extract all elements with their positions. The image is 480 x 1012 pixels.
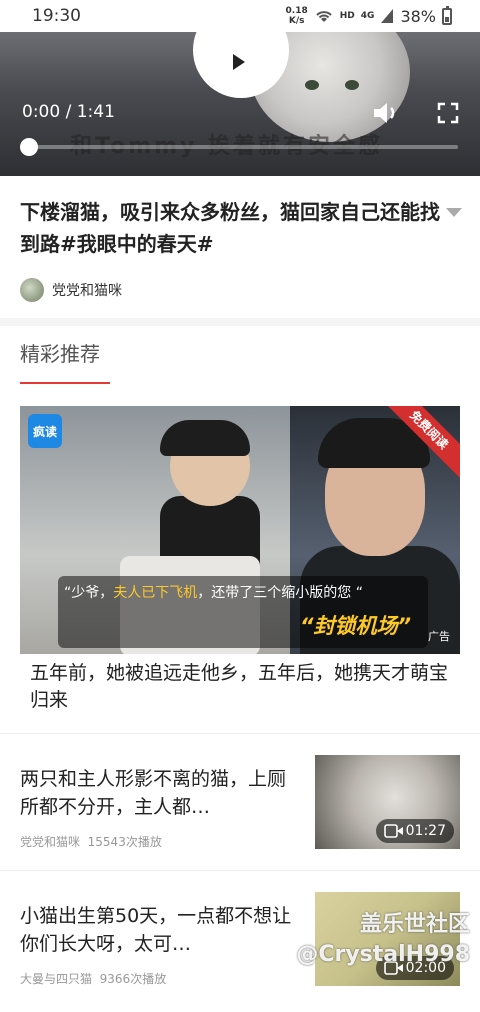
duration-badge: 01:27 <box>375 819 454 843</box>
feed-item[interactable]: 两只和主人形影不离的猫，上厕所都不分开，主人都… 党党和猫咪 15543次播放 … <box>0 735 480 875</box>
ad-caption-open: “少爷， <box>64 585 114 601</box>
feed-item-title[interactable]: 两只和主人形影不离的猫，上厕所都不分开，主人都… <box>20 765 302 821</box>
wifi-icon <box>316 11 332 22</box>
item-divider <box>0 733 480 734</box>
status-bar: 19:30 0.18 K/s HD 4G 38% <box>0 0 480 32</box>
post-title: 下楼溜猫，吸引来众多粉丝，猫回家自己还能找到路#我眼中的春天# <box>20 200 440 256</box>
item-divider <box>0 870 480 871</box>
video-camera-icon <box>383 824 403 838</box>
section-underline <box>20 382 110 384</box>
signal-icon <box>381 9 394 23</box>
ad-caption: “少爷，夫人已下飞机，还带了三个缩小版的您 “ “封锁机场” <box>58 576 428 648</box>
ad-banner[interactable]: 疯读 免费阅读 “少爷，夫人已下飞机，还带了三个缩小版的您 “ “封锁机场” 广… <box>20 406 460 654</box>
status-time: 19:30 <box>32 6 81 26</box>
speed-value: 0.18 <box>285 6 308 16</box>
feed-item-plays: 9366次播放 <box>99 972 167 986</box>
ad-kid-cap <box>160 420 250 456</box>
battery-icon <box>442 5 452 25</box>
feed-item-meta: 党党和猫咪 15543次播放 <box>20 833 162 850</box>
expand-caret-icon[interactable] <box>446 208 462 217</box>
ad-title[interactable]: 五年前，她被追远走他乡，五年后，她携天才萌宝归来 <box>30 660 460 714</box>
network-speed: 0.18 K/s <box>286 6 308 26</box>
section-title: 精彩推荐 <box>20 342 100 366</box>
feed-item-author: 党党和猫咪 <box>20 835 81 849</box>
video-progress-track[interactable] <box>28 145 458 149</box>
hd-indicator: HD <box>339 11 355 21</box>
speed-unit: K/s <box>288 16 305 26</box>
battery-percent: 38% <box>400 6 436 26</box>
video-time: 0:00 / 1:41 <box>22 102 115 122</box>
4g-indicator: 4G <box>360 11 375 21</box>
author-row[interactable]: 党党和猫咪 <box>20 278 122 302</box>
section-divider <box>0 318 480 326</box>
watermark-line2: @CrystalH998 <box>296 942 470 967</box>
ad-caption-rest: ，还带了三个缩小版的您 “ <box>197 585 363 601</box>
duration-text: 01:27 <box>405 823 446 839</box>
ad-caption-quote: “少爷，夫人已下飞机，还带了三个缩小版的您 “ <box>64 582 363 602</box>
status-icons: 0.18 K/s HD 4G 38% <box>286 5 452 26</box>
author-avatar[interactable] <box>20 278 44 302</box>
video-subtitle: 和Tommy 挨着就有安全感 <box>70 134 384 159</box>
feed-item-thumbnail[interactable]: 01:27 <box>315 755 460 849</box>
ad-app-logo: 疯读 <box>28 414 62 448</box>
author-name[interactable]: 党党和猫咪 <box>52 280 122 300</box>
ad-tag: 广告 <box>428 630 450 643</box>
volume-icon[interactable] <box>372 100 400 126</box>
watermark: 盖乐世社区 @CrystalH998 <box>296 910 470 970</box>
video-progress-knob[interactable] <box>20 138 38 156</box>
watermark-line1: 盖乐世社区 <box>359 912 470 937</box>
feed-item-plays: 15543次播放 <box>87 835 162 849</box>
video-player[interactable]: 和Tommy 挨着就有安全感 0:00 / 1:41 <box>0 32 480 176</box>
feed-item-meta: 大曼与四只猫 9366次播放 <box>20 970 166 987</box>
feed-item-author: 大曼与四只猫 <box>20 972 93 986</box>
ad-caption-highlight: 夫人已下飞机 <box>113 585 198 601</box>
feed-item-title[interactable]: 小猫出生第50天，一点都不想让你们长大呀，太可… <box>20 902 302 958</box>
ad-caption-big: “封锁机场” <box>300 614 412 638</box>
fullscreen-icon[interactable] <box>437 102 459 124</box>
